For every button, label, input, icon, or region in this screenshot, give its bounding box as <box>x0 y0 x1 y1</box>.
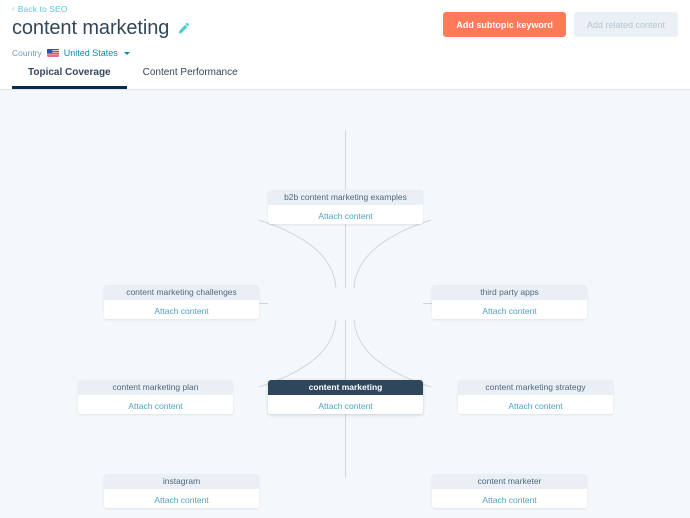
connector-top-right <box>353 219 432 289</box>
node-title: b2b content marketing examples <box>268 190 423 205</box>
attach-content-link[interactable]: Attach content <box>482 306 536 316</box>
node-title: instagram <box>104 474 259 489</box>
connector-bottom-left <box>258 319 337 388</box>
node-body: Attach content <box>268 205 423 224</box>
node-body: Attach content <box>458 395 613 414</box>
node-title: content marketer <box>432 474 587 489</box>
attach-content-link[interactable]: Attach content <box>128 401 182 411</box>
topic-cluster-canvas[interactable]: b2b content marketing examples Attach co… <box>0 90 690 518</box>
topic-cluster-page: ‹ Back to SEO content marketing Country <box>0 0 690 518</box>
tab-content-performance[interactable]: Content Performance <box>127 67 254 89</box>
node-title: content marketing plan <box>78 380 233 395</box>
chevron-down-icon[interactable] <box>123 51 130 55</box>
node-content-marketing-challenges[interactable]: content marketing challenges Attach cont… <box>104 285 259 319</box>
node-title: content marketing <box>268 380 423 395</box>
tab-topical-coverage[interactable]: Topical Coverage <box>12 67 127 89</box>
add-related-content-button[interactable]: Add related content <box>573 12 678 37</box>
pencil-icon[interactable] <box>177 22 190 35</box>
title-row: content marketing <box>12 15 190 41</box>
node-instagram[interactable]: instagram Attach content <box>104 474 259 508</box>
attach-content-link[interactable]: Attach content <box>508 401 562 411</box>
node-title: third party apps <box>432 285 587 300</box>
page-title: content marketing <box>12 17 170 39</box>
attach-content-link[interactable]: Attach content <box>154 306 208 316</box>
attach-content-link[interactable]: Attach content <box>154 495 208 505</box>
node-body: Attach content <box>268 395 423 414</box>
page-header: ‹ Back to SEO content marketing Country <box>0 0 690 90</box>
us-flag-icon <box>46 49 59 57</box>
country-label: Country <box>12 48 42 58</box>
back-to-seo-link[interactable]: ‹ Back to SEO <box>12 4 68 14</box>
chevron-left-icon: ‹ <box>12 4 15 13</box>
node-content-marketer[interactable]: content marketer Attach content <box>432 474 587 508</box>
tab-bar: Topical Coverage Content Performance <box>12 67 254 89</box>
attach-content-link[interactable]: Attach content <box>482 495 536 505</box>
node-title: content marketing strategy <box>458 380 613 395</box>
connector-bottom-right <box>353 319 432 388</box>
node-body: Attach content <box>104 300 259 319</box>
country-value[interactable]: United States <box>64 48 118 58</box>
node-content-marketing-plan[interactable]: content marketing plan Attach content <box>78 380 233 414</box>
node-title: content marketing challenges <box>104 285 259 300</box>
node-third-party-apps[interactable]: third party apps Attach content <box>432 285 587 319</box>
country-selector[interactable]: Country United States <box>12 48 130 58</box>
node-b2b-content-marketing-examples[interactable]: b2b content marketing examples Attach co… <box>268 190 423 224</box>
add-subtopic-keyword-button[interactable]: Add subtopic keyword <box>443 12 566 37</box>
node-body: Attach content <box>432 489 587 508</box>
node-body: Attach content <box>78 395 233 414</box>
attach-content-link[interactable]: Attach content <box>318 211 372 221</box>
header-actions: Add subtopic keyword Add related content <box>443 12 678 37</box>
attach-content-link[interactable]: Attach content <box>318 401 372 411</box>
node-body: Attach content <box>432 300 587 319</box>
node-center-content-marketing[interactable]: content marketing Attach content <box>268 380 423 414</box>
node-content-marketing-strategy[interactable]: content marketing strategy Attach conten… <box>458 380 613 414</box>
connector-top-left <box>258 219 337 289</box>
node-body: Attach content <box>104 489 259 508</box>
back-to-seo-label: Back to SEO <box>17 4 68 14</box>
